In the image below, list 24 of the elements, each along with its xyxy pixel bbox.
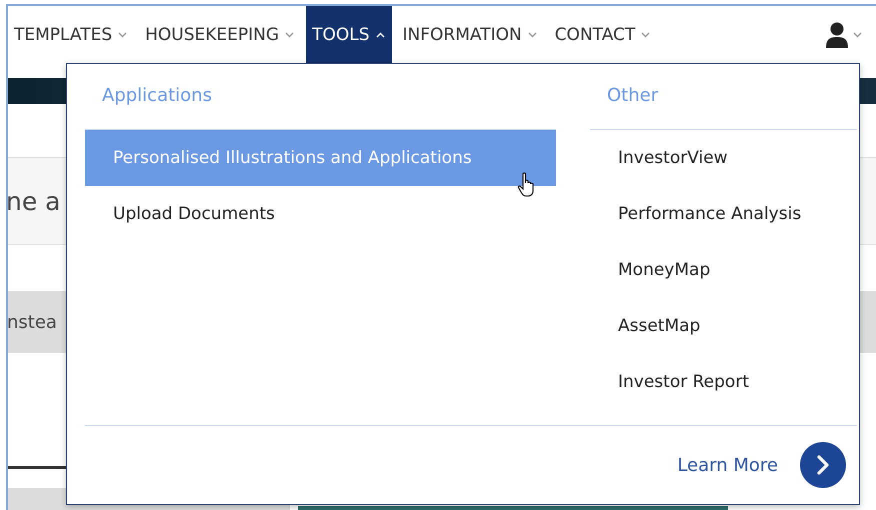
menu-item[interactable]: MoneyMap: [590, 242, 857, 298]
nav-menu-item[interactable]: HOUSEKEEPING: [139, 6, 302, 63]
learn-more-link[interactable]: Learn More: [677, 454, 778, 476]
nav-menu-item[interactable]: CONTACT: [548, 6, 658, 63]
page-text: ne a: [8, 186, 60, 216]
chevron-down-icon: [118, 32, 128, 38]
nav-menu-item[interactable]: TOOLS: [306, 6, 392, 63]
menu-item[interactable]: AssetMap: [590, 298, 857, 354]
next-button[interactable]: [800, 442, 846, 488]
nav-menu-item[interactable]: INFORMATION: [396, 6, 544, 63]
nav-menu-item[interactable]: TEMPLATES: [8, 6, 134, 63]
chevron-down-icon: [853, 32, 862, 38]
menu-heading: Other: [590, 64, 857, 130]
user-icon[interactable]: [825, 22, 849, 48]
chevron-up-icon: [376, 32, 384, 38]
menu-item[interactable]: InvestorView: [590, 130, 857, 186]
chevron-down-icon: [641, 32, 650, 38]
chevron-right-icon: [816, 455, 830, 475]
chevron-down-icon: [285, 32, 294, 38]
page-text: nstea: [8, 312, 57, 332]
menu-item[interactable]: Investor Report: [590, 354, 857, 410]
menu-item[interactable]: Upload Documents: [85, 186, 556, 242]
chevron-down-icon: [528, 32, 537, 38]
menu-item[interactable]: Performance Analysis: [590, 186, 857, 242]
